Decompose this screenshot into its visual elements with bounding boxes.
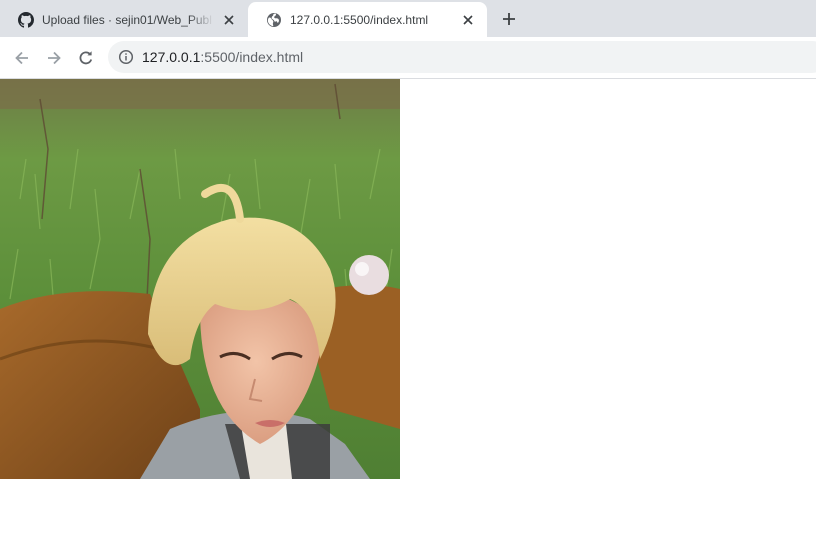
arrow-left-icon <box>15 51 28 65</box>
address-bar[interactable]: 127.0.0.1:5500/index.html <box>108 41 816 73</box>
info-icon[interactable] <box>118 49 134 65</box>
tab-strip: Upload files · sejin01/Web_Publ 127.0.0.… <box>0 0 816 37</box>
tab-title: Upload files · sejin01/Web_Publ <box>42 12 212 27</box>
forward-button[interactable] <box>42 46 66 70</box>
globe-icon <box>266 12 282 28</box>
url-text: 127.0.0.1:5500/index.html <box>142 49 303 65</box>
arrow-right-icon <box>48 51 61 65</box>
plus-icon <box>503 13 515 25</box>
url-host: 127.0.0.1 <box>142 49 201 65</box>
tab-github-upload[interactable]: Upload files · sejin01/Web_Publ <box>0 2 248 37</box>
new-tab-button[interactable] <box>497 7 521 31</box>
close-icon[interactable] <box>459 11 477 29</box>
url-path: :5500/index.html <box>200 49 304 65</box>
page-viewport <box>0 79 816 536</box>
back-button[interactable] <box>10 46 34 70</box>
reload-icon <box>79 51 93 65</box>
page-photo <box>0 79 400 479</box>
github-icon <box>18 11 34 28</box>
browser-toolbar: 127.0.0.1:5500/index.html <box>0 37 816 79</box>
reload-button[interactable] <box>74 46 98 70</box>
tab-title: 127.0.0.1:5500/index.html <box>290 12 429 27</box>
tab-index-html[interactable]: 127.0.0.1:5500/index.html <box>248 2 487 37</box>
close-icon[interactable] <box>220 11 238 29</box>
